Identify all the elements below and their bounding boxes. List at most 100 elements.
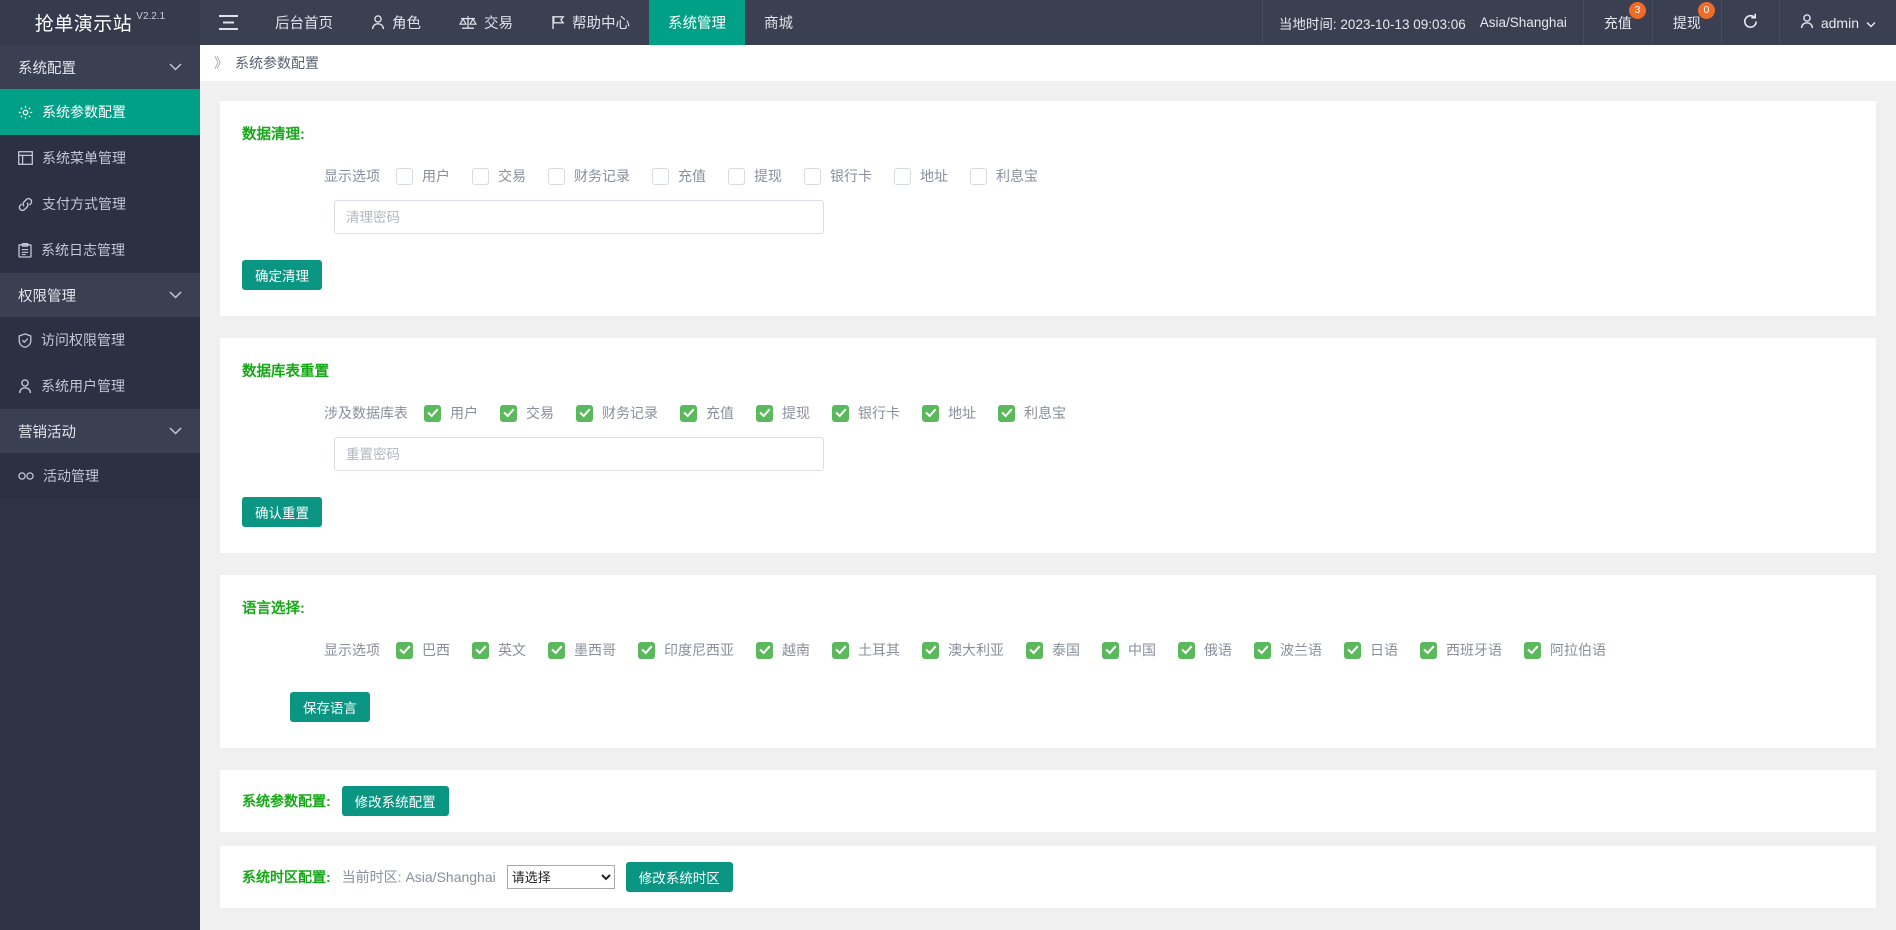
sidebar-item-access-permissions[interactable]: 访问权限管理 xyxy=(0,317,200,363)
save-language-button[interactable]: 保存语言 xyxy=(290,692,370,722)
local-time-display: 当地时间: 2023-10-13 09:03:06 Asia/Shanghai xyxy=(1262,0,1583,45)
checkbox-language-8[interactable]: 中国 xyxy=(1102,640,1156,660)
checkbox-box[interactable] xyxy=(396,642,413,659)
checkbox-box[interactable] xyxy=(998,405,1015,422)
checkbox-language-0[interactable]: 巴西 xyxy=(396,640,450,660)
card-system-param: 系统参数配置: 修改系统配置 xyxy=(220,770,1876,832)
timezone-select[interactable]: 请选择 xyxy=(507,865,615,889)
recharge-button[interactable]: 充值 3 xyxy=(1583,0,1652,45)
checkbox-box[interactable] xyxy=(1178,642,1195,659)
checkbox-box[interactable] xyxy=(1524,642,1541,659)
sidebar-group-permissions[interactable]: 权限管理 xyxy=(0,273,200,317)
checkbox-language-9[interactable]: 俄语 xyxy=(1178,640,1232,660)
topnav-item-help[interactable]: 帮助中心 xyxy=(532,0,649,45)
checkbox-db-reset-5[interactable]: 银行卡 xyxy=(832,403,900,423)
checkbox-box[interactable] xyxy=(472,168,489,185)
checkbox-language-10[interactable]: 波兰语 xyxy=(1254,640,1322,660)
checkbox-data-clean-2[interactable]: 财务记录 xyxy=(548,166,630,186)
checkbox-box[interactable] xyxy=(970,168,987,185)
brand-logo[interactable]: 抢单演示站 V2.2.1 xyxy=(0,0,200,45)
topnav-item-system[interactable]: 系统管理 xyxy=(649,0,745,45)
checkbox-box[interactable] xyxy=(472,642,489,659)
checkbox-label: 银行卡 xyxy=(830,166,872,186)
checkbox-db-reset-1[interactable]: 交易 xyxy=(500,403,554,423)
checkbox-box[interactable] xyxy=(424,405,441,422)
checkbox-box[interactable] xyxy=(638,642,655,659)
checkbox-label: 泰国 xyxy=(1052,640,1080,660)
topnav-label: 角色 xyxy=(392,12,421,33)
checkbox-language-5[interactable]: 土耳其 xyxy=(832,640,900,660)
checkbox-box[interactable] xyxy=(756,405,773,422)
checkbox-box[interactable] xyxy=(894,168,911,185)
sidebar-item-system-menu[interactable]: 系统菜单管理 xyxy=(0,135,200,181)
checkbox-language-4[interactable]: 越南 xyxy=(756,640,810,660)
edit-system-timezone-button[interactable]: 修改系统时区 xyxy=(626,862,733,892)
checkbox-data-clean-0[interactable]: 用户 xyxy=(396,166,450,186)
checkbox-box[interactable] xyxy=(832,405,849,422)
checkbox-box[interactable] xyxy=(804,168,821,185)
checkbox-language-3[interactable]: 印度尼西亚 xyxy=(638,640,734,660)
sidebar-item-system-logs[interactable]: 系统日志管理 xyxy=(0,227,200,273)
sidebar-item-payment-methods[interactable]: 支付方式管理 xyxy=(0,181,200,227)
checkbox-language-1[interactable]: 英文 xyxy=(472,640,526,660)
checkbox-data-clean-1[interactable]: 交易 xyxy=(472,166,526,186)
sidebar-group-marketing[interactable]: 营销活动 xyxy=(0,409,200,453)
checkbox-box[interactable] xyxy=(1344,642,1361,659)
checkbox-data-clean-5[interactable]: 银行卡 xyxy=(804,166,872,186)
withdraw-label: 提现 xyxy=(1673,13,1701,33)
clean-password-input[interactable] xyxy=(334,200,824,234)
user-menu-button[interactable]: admin xyxy=(1779,0,1896,45)
topnav-label: 帮助中心 xyxy=(572,12,630,33)
topnav-item-trade[interactable]: 交易 xyxy=(440,0,532,45)
checkbox-language-6[interactable]: 澳大利亚 xyxy=(922,640,1004,660)
reset-password-input[interactable] xyxy=(334,437,824,471)
checkbox-box[interactable] xyxy=(922,642,939,659)
checkbox-language-13[interactable]: 阿拉伯语 xyxy=(1524,640,1606,660)
checkbox-box[interactable] xyxy=(1026,642,1043,659)
checkbox-db-reset-7[interactable]: 利息宝 xyxy=(998,403,1066,423)
checkbox-box[interactable] xyxy=(1102,642,1119,659)
confirm-clean-button[interactable]: 确定清理 xyxy=(242,260,322,290)
checkbox-box[interactable] xyxy=(832,642,849,659)
checkbox-data-clean-6[interactable]: 地址 xyxy=(894,166,948,186)
topnav-item-shop[interactable]: 商城 xyxy=(745,0,812,45)
topnav-label: 交易 xyxy=(484,12,513,33)
checkbox-data-clean-4[interactable]: 提现 xyxy=(728,166,782,186)
topnav-item-role[interactable]: 角色 xyxy=(352,0,440,45)
checkbox-box[interactable] xyxy=(548,168,565,185)
checkbox-language-11[interactable]: 日语 xyxy=(1344,640,1398,660)
checkbox-db-reset-0[interactable]: 用户 xyxy=(424,403,478,423)
checkbox-box[interactable] xyxy=(756,642,773,659)
sidebar-group-system-config[interactable]: 系统配置 xyxy=(0,45,200,89)
sidebar-item-system-params[interactable]: 系统参数配置 xyxy=(0,89,200,135)
checkbox-box[interactable] xyxy=(1254,642,1271,659)
checkbox-language-12[interactable]: 西班牙语 xyxy=(1420,640,1502,660)
checkbox-db-reset-2[interactable]: 财务记录 xyxy=(576,403,658,423)
checkbox-data-clean-3[interactable]: 充值 xyxy=(652,166,706,186)
checkbox-box[interactable] xyxy=(576,405,593,422)
sidebar-item-system-users[interactable]: 系统用户管理 xyxy=(0,363,200,409)
checkbox-box[interactable] xyxy=(680,405,697,422)
checkbox-db-reset-6[interactable]: 地址 xyxy=(922,403,976,423)
checkbox-box[interactable] xyxy=(652,168,669,185)
checkbox-box[interactable] xyxy=(1420,642,1437,659)
confirm-reset-button[interactable]: 确认重置 xyxy=(242,497,322,527)
menu-toggle-button[interactable] xyxy=(200,0,256,45)
checkbox-language-7[interactable]: 泰国 xyxy=(1026,640,1080,660)
checkbox-box[interactable] xyxy=(728,168,745,185)
edit-system-config-button[interactable]: 修改系统配置 xyxy=(342,786,449,816)
checkbox-box[interactable] xyxy=(922,405,939,422)
sidebar-item-activity-management[interactable]: 活动管理 xyxy=(0,453,200,499)
withdraw-button[interactable]: 提现 0 xyxy=(1652,0,1721,45)
checkbox-label: 墨西哥 xyxy=(574,640,616,660)
refresh-button[interactable] xyxy=(1721,0,1779,45)
topnav-item-home[interactable]: 后台首页 xyxy=(256,0,352,45)
breadcrumb-chevron-icon: 》 xyxy=(214,53,228,73)
checkbox-db-reset-3[interactable]: 充值 xyxy=(680,403,734,423)
checkbox-box[interactable] xyxy=(548,642,565,659)
checkbox-db-reset-4[interactable]: 提现 xyxy=(756,403,810,423)
checkbox-language-2[interactable]: 墨西哥 xyxy=(548,640,616,660)
checkbox-box[interactable] xyxy=(500,405,517,422)
checkbox-data-clean-7[interactable]: 利息宝 xyxy=(970,166,1038,186)
checkbox-box[interactable] xyxy=(396,168,413,185)
